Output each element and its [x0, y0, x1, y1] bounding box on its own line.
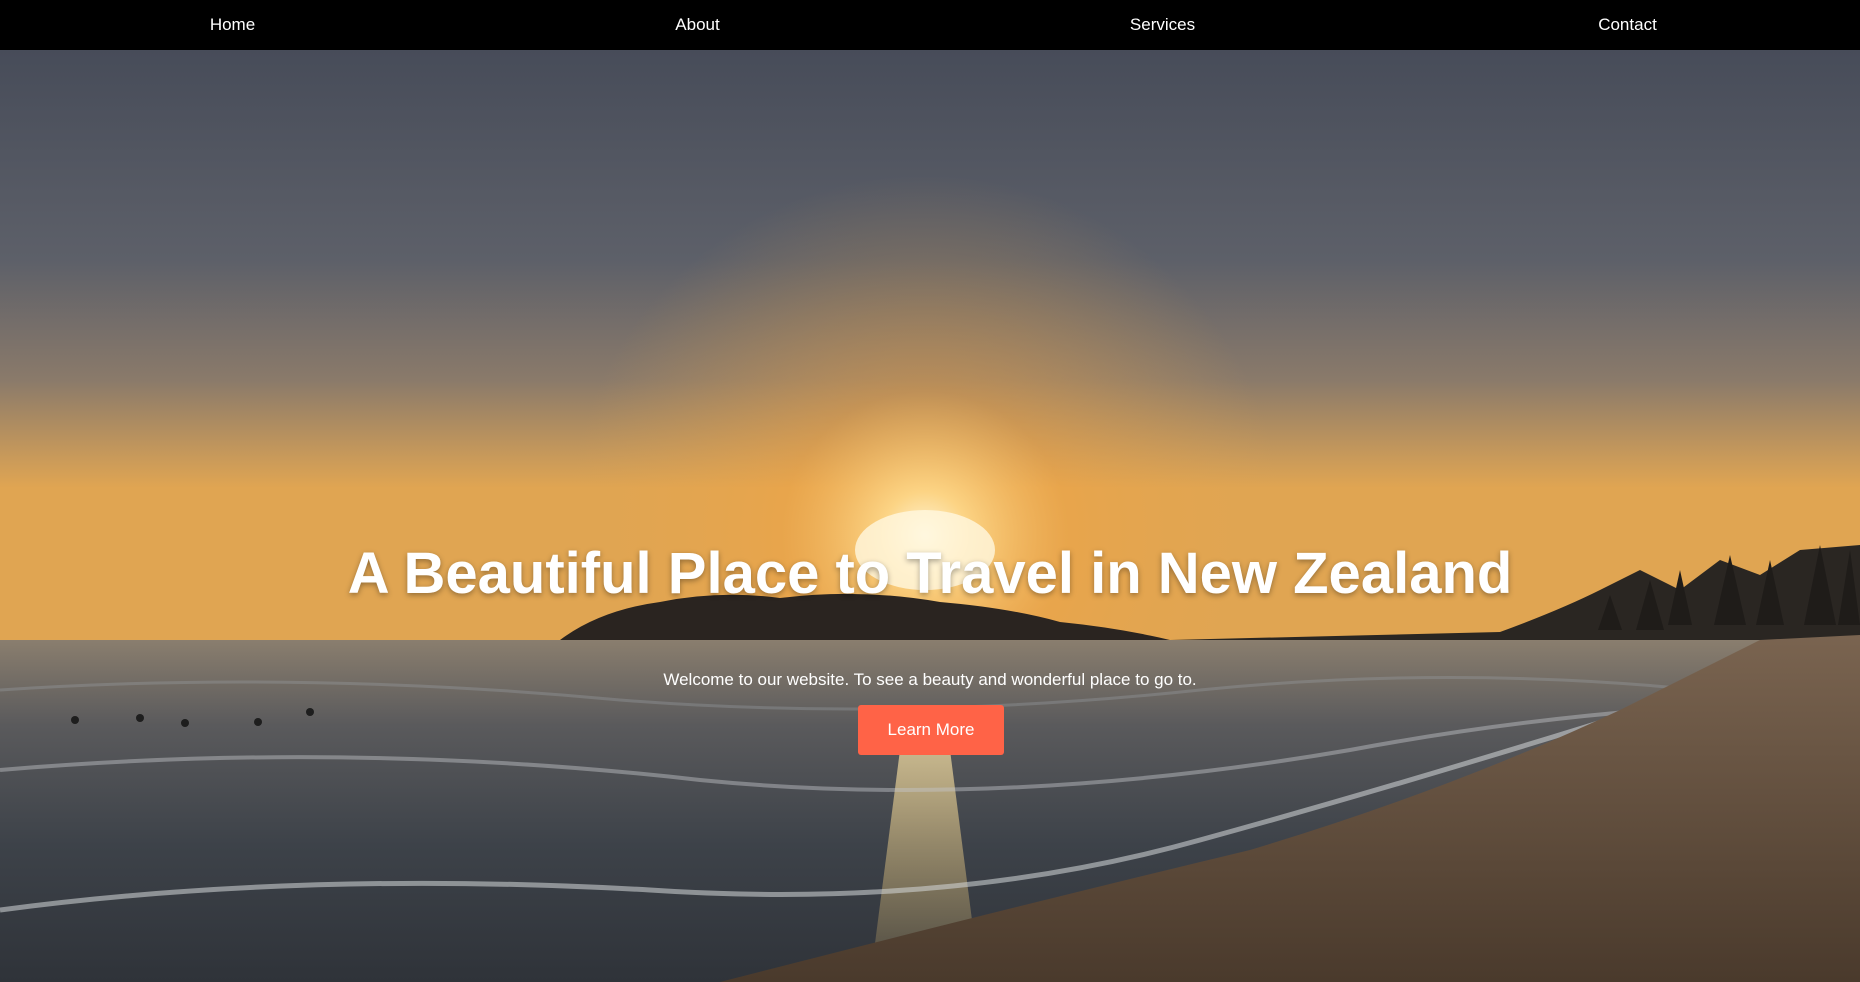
hero-content: A Beautiful Place to Travel in New Zeala…	[0, 50, 1860, 982]
nav-link-contact[interactable]: Contact	[1395, 0, 1860, 50]
page: Home About Services Contact A Beautiful …	[0, 0, 1860, 982]
nav-link-home[interactable]: Home	[0, 0, 465, 50]
nav-link-services[interactable]: Services	[930, 0, 1395, 50]
learn-more-button[interactable]: Learn More	[858, 705, 1004, 755]
hero-title: A Beautiful Place to Travel in New Zeala…	[347, 541, 1513, 606]
top-navbar: Home About Services Contact	[0, 0, 1860, 50]
nav-link-about[interactable]: About	[465, 0, 930, 50]
hero-section: A Beautiful Place to Travel in New Zeala…	[0, 50, 1860, 982]
hero-subtitle: Welcome to our website. To see a beauty …	[663, 670, 1197, 689]
